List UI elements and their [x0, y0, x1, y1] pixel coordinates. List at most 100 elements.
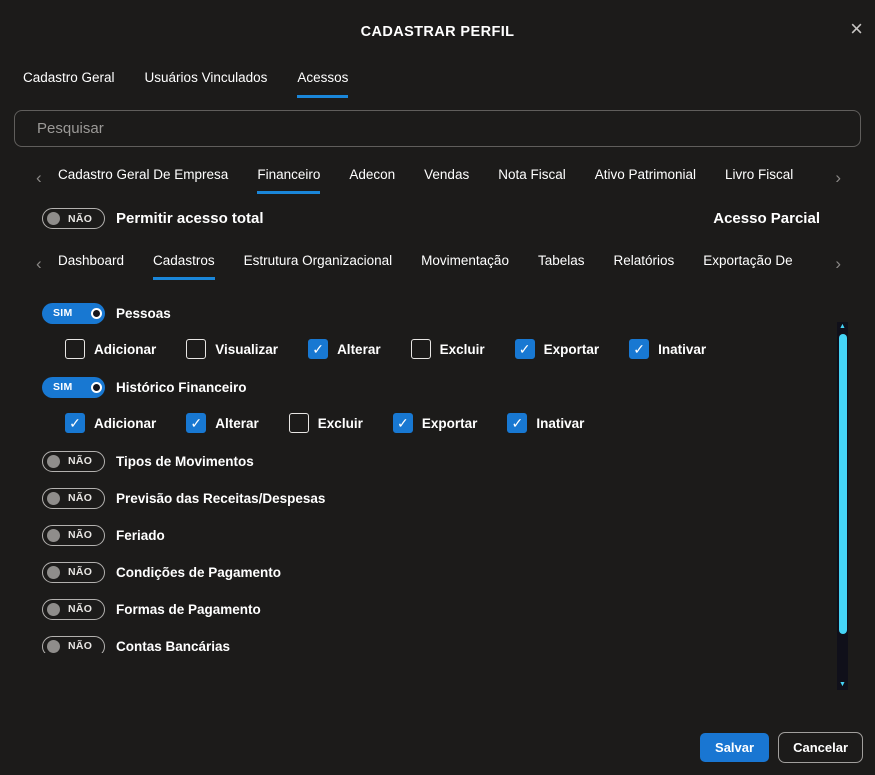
- cancel-button[interactable]: Cancelar: [778, 732, 863, 763]
- checkbox-row-pessoas: Adicionar Visualizar ✓Alterar Excluir ✓Expor…: [65, 337, 815, 361]
- scroll-up-icon[interactable]: ▲: [839, 322, 846, 332]
- toggle-pessoas-knob: [91, 308, 102, 319]
- check-icon: ✓: [519, 342, 531, 356]
- permission-label: Pessoas: [116, 306, 171, 321]
- checkbox-exportar[interactable]: ✓Exportar: [393, 413, 478, 433]
- checkbox-box[interactable]: [411, 339, 431, 359]
- permission-label: Previsão das Receitas/Despesas: [116, 491, 325, 506]
- toggle-contas-bancarias-state-label: NÃO: [68, 640, 92, 652]
- tab-cadastros[interactable]: Cadastros: [153, 253, 215, 280]
- permission-head-pessoas: SIM Pessoas: [42, 302, 815, 324]
- checkbox-box[interactable]: ✓: [515, 339, 535, 359]
- check-icon: ✓: [312, 342, 324, 356]
- tab-usuarios-vinculados[interactable]: Usuários Vinculados: [145, 70, 268, 98]
- dialog-footer: Salvar Cancelar: [700, 732, 863, 763]
- checkbox-inativar[interactable]: ✓Inativar: [629, 339, 706, 359]
- access-total-label: Permitir acesso total: [116, 210, 264, 227]
- checkbox-box[interactable]: ✓: [393, 413, 413, 433]
- section-tabs-prev-icon[interactable]: ‹: [36, 255, 42, 272]
- toggle-condicoes-de-pagamento[interactable]: NÃO: [42, 562, 105, 583]
- checkbox-box[interactable]: [186, 339, 206, 359]
- toggle-feriado-state-label: NÃO: [68, 529, 92, 541]
- toggle-previsao-das-receitas-despesas-state-label: NÃO: [68, 492, 92, 504]
- checkbox-label: Alterar: [215, 416, 259, 431]
- toggle-formas-de-pagamento-state-label: NÃO: [68, 603, 92, 615]
- permission-label: Feriado: [116, 528, 165, 543]
- tab-exportacao-de[interactable]: Exportação De: [703, 253, 792, 280]
- checkbox-alterar[interactable]: ✓ Alterar: [186, 413, 259, 433]
- tab-relatorios[interactable]: Relatórios: [614, 253, 675, 280]
- tab-livro-fiscal[interactable]: Livro Fiscal: [725, 167, 793, 194]
- main-tab-bar: Cadastro Geral Usuários Vinculados Acessos: [0, 46, 875, 98]
- toggle-contas-bancarias[interactable]: NÃO: [42, 636, 105, 654]
- tab-adecon[interactable]: Adecon: [349, 167, 395, 194]
- permission-head-feriado: NÃO Feriado: [42, 524, 815, 546]
- checkbox-excluir[interactable]: Excluir: [411, 339, 485, 359]
- checkbox-box[interactable]: ✓: [629, 339, 649, 359]
- tab-tabelas[interactable]: Tabelas: [538, 253, 585, 280]
- checkbox-box[interactable]: [289, 413, 309, 433]
- check-icon: ✓: [190, 416, 202, 430]
- toggle-historico-financeiro[interactable]: SIM: [42, 377, 105, 398]
- section-tabs-next-icon[interactable]: ›: [835, 255, 841, 272]
- access-total-row: NÃO Permitir acesso total Acesso Parcial: [0, 208, 875, 229]
- tab-movimentacao[interactable]: Movimentação: [421, 253, 509, 280]
- checkbox-label: Excluir: [318, 416, 363, 431]
- scroll-down-icon[interactable]: ▼: [839, 680, 846, 690]
- toggle-feriado-knob: [47, 529, 60, 542]
- checkbox-box[interactable]: [65, 339, 85, 359]
- checkbox-label: Adicionar: [94, 342, 156, 357]
- checkbox-alterar[interactable]: ✓Alterar: [308, 339, 381, 359]
- tab-vendas[interactable]: Vendas: [424, 167, 469, 194]
- permission-label: Condições de Pagamento: [116, 565, 281, 580]
- checkbox-box[interactable]: ✓: [186, 413, 206, 433]
- toggle-historico-financeiro-state-label: SIM: [53, 381, 73, 393]
- checkbox-box[interactable]: ✓: [507, 413, 527, 433]
- save-button[interactable]: Salvar: [700, 733, 769, 762]
- scrollbar-thumb[interactable]: [839, 334, 847, 634]
- tab-acessos[interactable]: Acessos: [297, 70, 348, 98]
- search-input[interactable]: [14, 110, 861, 147]
- module-tabs-prev-icon[interactable]: ‹: [36, 169, 42, 186]
- tab-nota-fiscal[interactable]: Nota Fiscal: [498, 167, 566, 194]
- permission-row-contas-bancarias: NÃO Contas Bancárias: [42, 635, 815, 653]
- toggle-formas-de-pagamento[interactable]: NÃO: [42, 599, 105, 620]
- check-icon: ✓: [633, 342, 645, 356]
- vertical-scrollbar[interactable]: ▲ ▼: [837, 322, 848, 690]
- permission-label: Contas Bancárias: [116, 639, 230, 654]
- checkbox-excluir[interactable]: Excluir: [289, 413, 363, 433]
- permission-row-previsao-das-receitas-despesas: NÃO Previsão das Receitas/Despesas: [42, 487, 815, 509]
- toggle-state-label: NÃO: [68, 213, 92, 225]
- checkbox-adicionar[interactable]: ✓Adicionar: [65, 413, 156, 433]
- checkbox-box[interactable]: ✓: [65, 413, 85, 433]
- checkbox-visualizar[interactable]: Visualizar: [186, 339, 278, 359]
- permission-label: Histórico Financeiro: [116, 380, 247, 395]
- close-icon[interactable]: ×: [850, 18, 863, 40]
- tab-cadastro-geral[interactable]: Cadastro Geral: [23, 70, 115, 98]
- tab-cadastro-geral-de-empresa[interactable]: Cadastro Geral De Empresa: [58, 167, 228, 194]
- toggle-pessoas[interactable]: SIM: [42, 303, 105, 324]
- checkbox-adicionar[interactable]: Adicionar: [65, 339, 156, 359]
- checkbox-exportar[interactable]: ✓Exportar: [515, 339, 600, 359]
- toggle-tipos-de-movimentos-knob: [47, 455, 60, 468]
- tab-ativo-patrimonial[interactable]: Ativo Patrimonial: [595, 167, 696, 194]
- checkbox-label: Inativar: [536, 416, 584, 431]
- tab-financeiro[interactable]: Financeiro: [257, 167, 320, 194]
- checkbox-box[interactable]: ✓: [308, 339, 328, 359]
- access-total-toggle[interactable]: NÃO: [42, 208, 105, 229]
- section-tab-bar: Dashboard Cadastros Estrutura Organizacion…: [58, 253, 829, 280]
- toggle-tipos-de-movimentos[interactable]: NÃO: [42, 451, 105, 472]
- toggle-feriado[interactable]: NÃO: [42, 525, 105, 546]
- tab-estrutura-organizacional[interactable]: Estrutura Organizacional: [244, 253, 393, 280]
- check-icon: ✓: [397, 416, 409, 430]
- checkbox-inativar[interactable]: ✓ Inativar: [507, 413, 584, 433]
- module-tabs-next-icon[interactable]: ›: [835, 169, 841, 186]
- search-wrap: [0, 98, 875, 147]
- permission-head-historico-financeiro: SIM Histórico Financeiro: [42, 376, 815, 398]
- checkbox-row-historico-financeiro: ✓Adicionar✓AlterarExcluir✓Exportar✓Inati…: [65, 411, 815, 435]
- tab-dashboard[interactable]: Dashboard: [58, 253, 124, 280]
- toggle-previsao-das-receitas-despesas[interactable]: NÃO: [42, 488, 105, 509]
- permission-head-condicoes-de-pagamento: NÃO Condições de Pagamento: [42, 561, 815, 583]
- module-tab-strip: ‹ Cadastro Geral De Empresa Financeiro Ade…: [0, 167, 875, 194]
- toggle-formas-de-pagamento-knob: [47, 603, 60, 616]
